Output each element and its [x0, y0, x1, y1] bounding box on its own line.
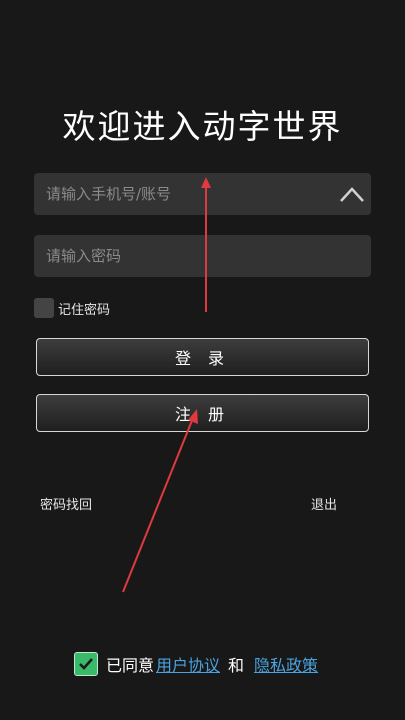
recover-password-link[interactable]: 密码找回 [40, 494, 92, 513]
agreement-and: 和 [228, 656, 245, 675]
page-title: 欢迎进入动字世界 [62, 107, 343, 146]
chevron-up-icon[interactable] [339, 181, 365, 207]
account-input[interactable] [34, 173, 326, 215]
remember-password[interactable]: 记住密码 [34, 297, 110, 319]
annotation-arrow-diagonal [122, 417, 194, 593]
quit-link[interactable]: 退出 [311, 494, 337, 513]
register-button[interactable]: 注 册 [36, 394, 369, 432]
user-agreement-link[interactable]: 用户协议 [156, 652, 220, 676]
privacy-policy-link[interactable]: 隐私政策 [254, 652, 318, 676]
checkmark-icon [79, 658, 93, 670]
account-field[interactable] [34, 173, 371, 215]
password-field[interactable] [34, 235, 371, 277]
remember-checkbox[interactable] [34, 298, 54, 318]
password-input[interactable] [34, 235, 326, 277]
agreement-row: 已同意 用户协议 和 隐私政策 [74, 651, 318, 677]
login-button[interactable]: 登 录 [36, 338, 369, 376]
agreement-checkbox[interactable] [74, 652, 98, 676]
remember-label: 记住密码 [58, 302, 111, 318]
agreement-prefix: 已同意 [106, 656, 155, 675]
